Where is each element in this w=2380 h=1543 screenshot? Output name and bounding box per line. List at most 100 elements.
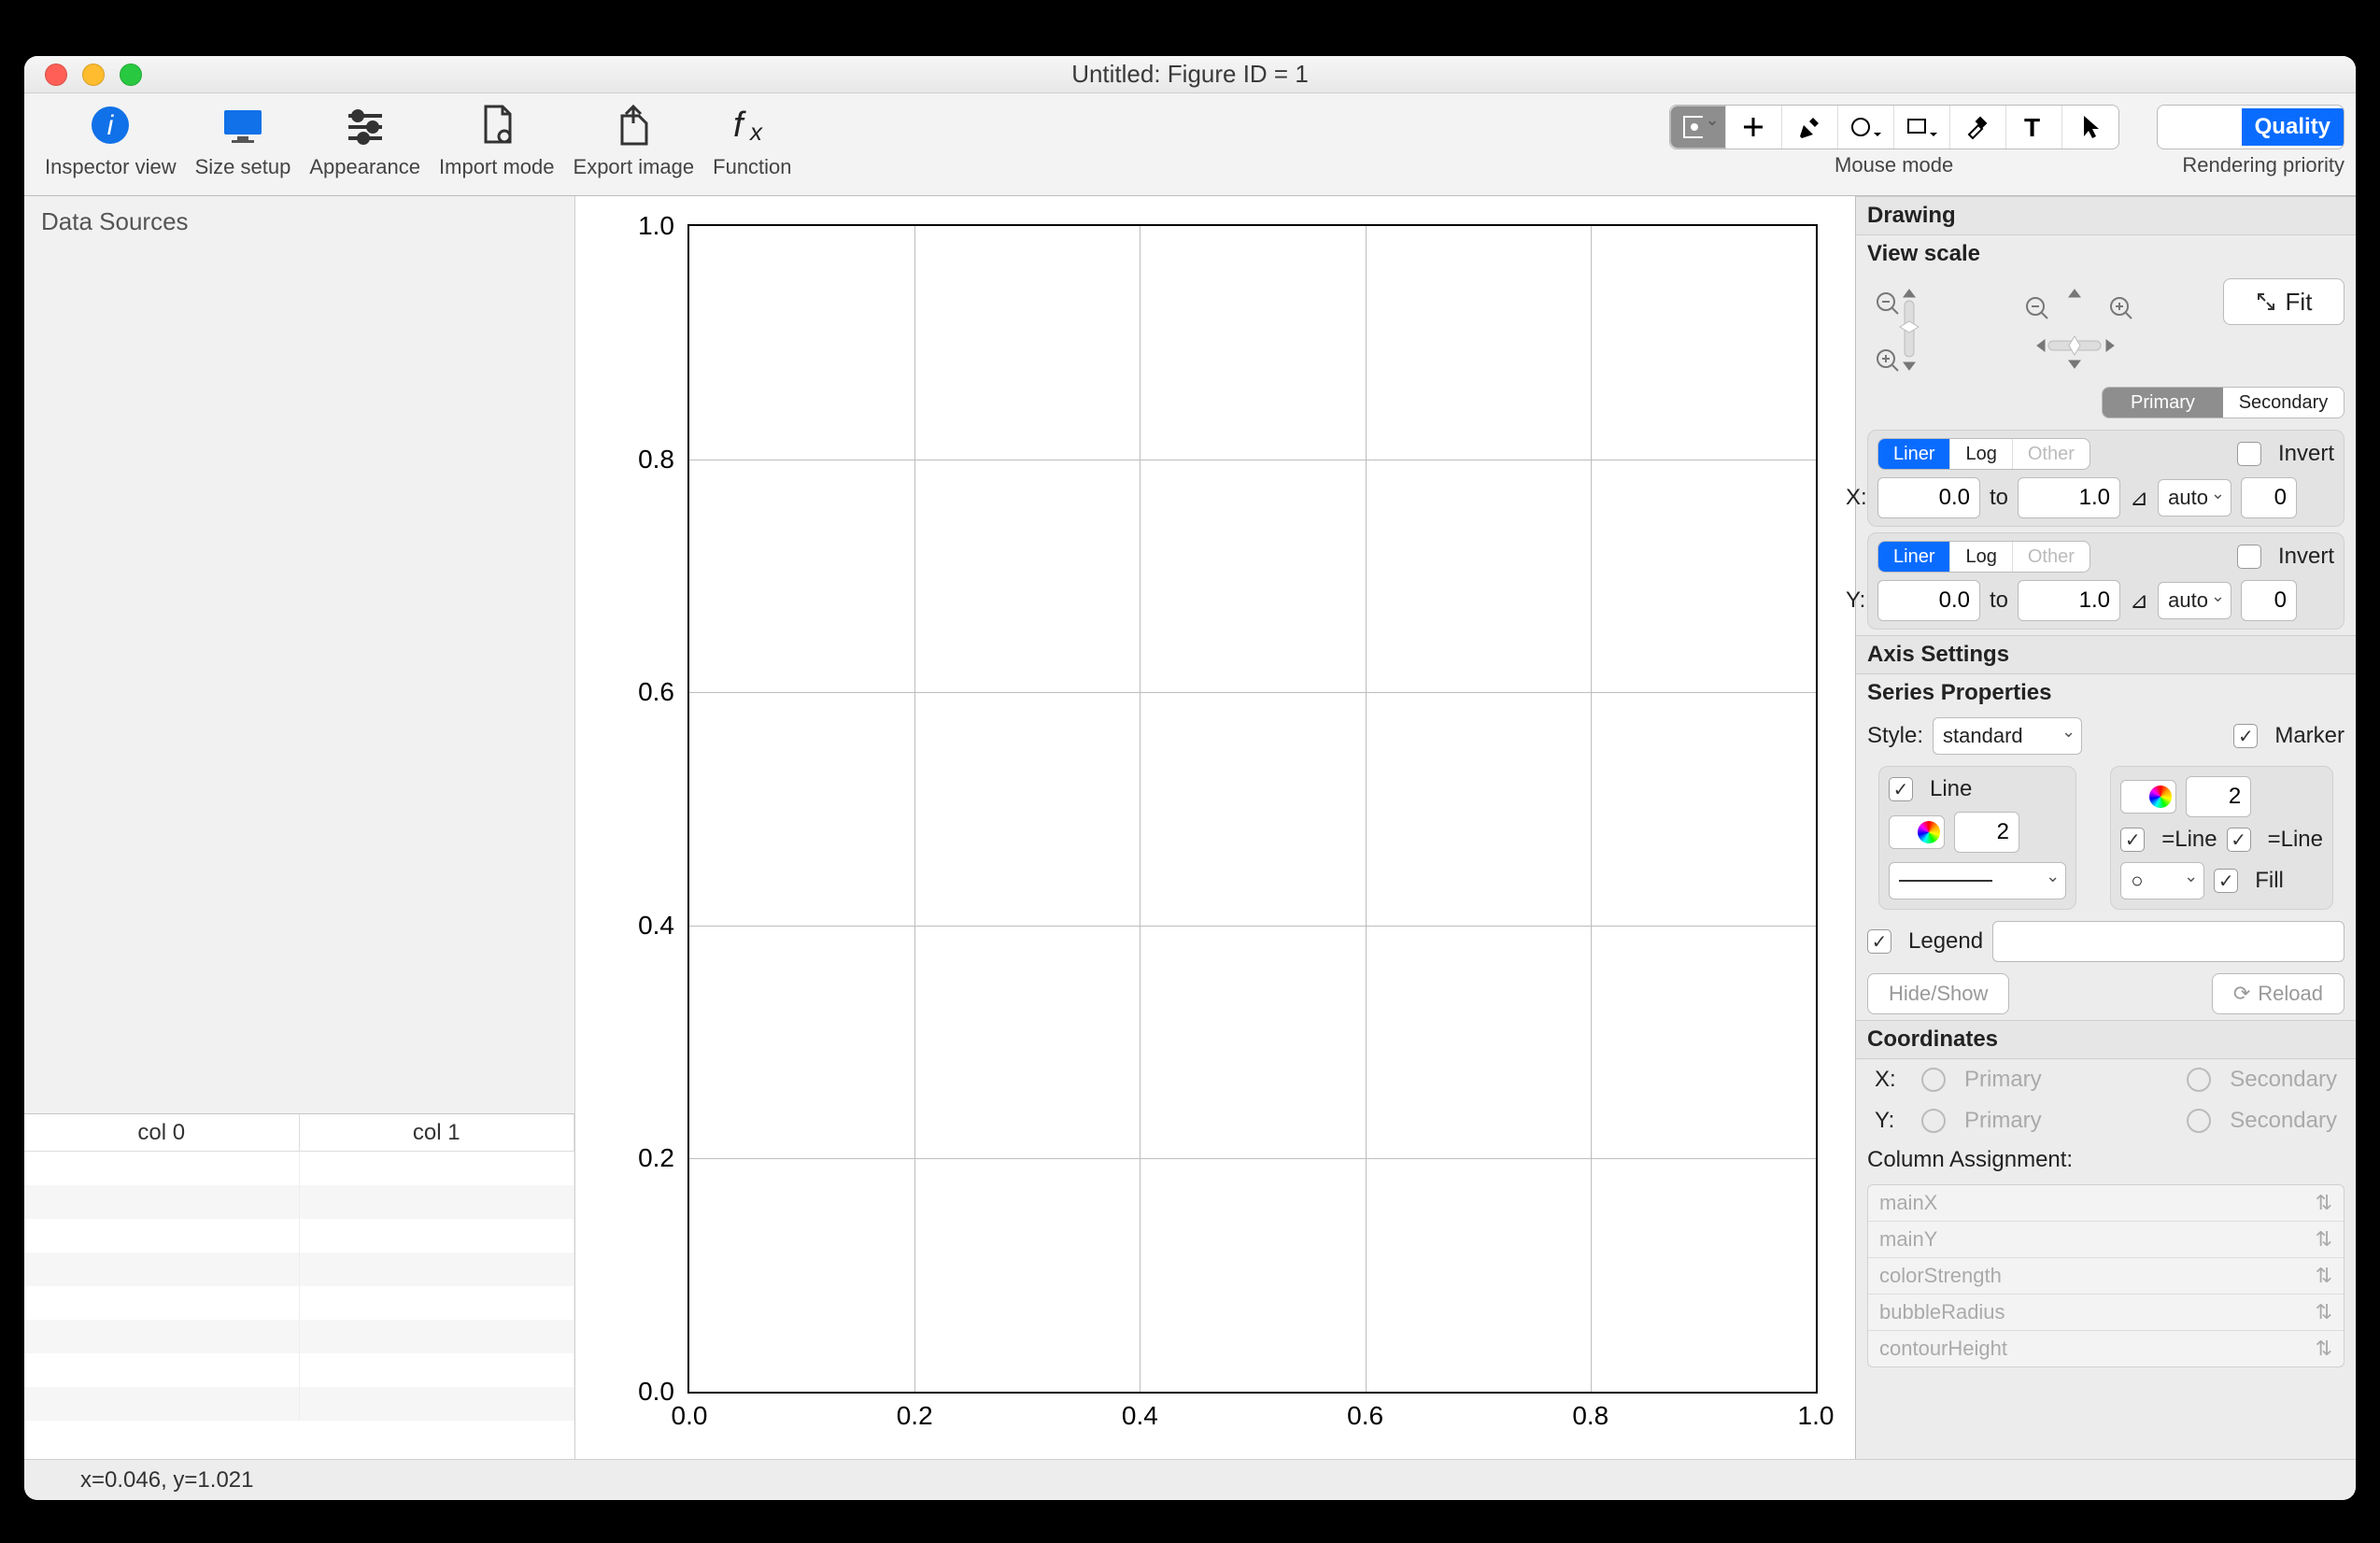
eyedropper-tool[interactable] <box>1950 106 2006 149</box>
add-tool[interactable] <box>1726 106 1782 149</box>
hide-show-button[interactable]: Hide/Show <box>1867 973 2009 1014</box>
y-to-input[interactable] <box>2018 580 2120 621</box>
xtick: 0.0 <box>672 1401 708 1431</box>
marker-color[interactable] <box>2120 780 2176 814</box>
primary-tab[interactable]: Primary <box>2103 388 2223 418</box>
plot-canvas[interactable]: 1.0 0.8 0.6 0.4 0.2 0.0 0.0 0.2 0.4 0.6 … <box>575 196 1855 1459</box>
inspector-button[interactable]: i Inspector view <box>35 99 186 179</box>
text-tool[interactable]: T <box>2006 106 2062 149</box>
table-row[interactable] <box>24 1353 574 1387</box>
legend-input[interactable] <box>1992 921 2345 962</box>
rendering-quality[interactable]: Quality <box>2242 108 2344 146</box>
pan-tool[interactable] <box>1670 106 1726 149</box>
eqline2[interactable]: =Line <box>2227 827 2323 853</box>
col-header-0[interactable]: col 0 <box>24 1114 300 1151</box>
triangle-icon[interactable]: ⊿ <box>2130 587 2148 615</box>
pencil-tool[interactable] <box>1782 106 1838 149</box>
close-icon[interactable] <box>45 64 67 86</box>
y-auto-select[interactable]: auto <box>2158 582 2231 619</box>
size-setup-button[interactable]: Size setup <box>186 99 301 179</box>
ca-item[interactable]: mainY⇅ <box>1868 1222 2344 1258</box>
y-axis-label: Y: <box>1855 587 1865 614</box>
x-secondary-radio[interactable]: Secondary <box>2187 1067 2337 1093</box>
column-assignment-list: mainX⇅ mainY⇅ colorStrength⇅ bubbleRadiu… <box>1867 1184 2345 1367</box>
data-sources-list[interactable] <box>24 248 574 1113</box>
style-select[interactable]: standard <box>1933 717 2082 755</box>
ca-item[interactable]: bubbleRadius⇅ <box>1868 1295 2344 1331</box>
ytick: 1.0 <box>638 211 674 241</box>
line-color[interactable] <box>1889 815 1945 849</box>
table-row[interactable] <box>24 1185 574 1219</box>
zoom-icon[interactable] <box>120 64 142 86</box>
triangle-icon[interactable]: ⊿ <box>2130 485 2148 512</box>
line-width[interactable] <box>1954 812 2019 853</box>
col-header-1[interactable]: col 1 <box>300 1114 575 1151</box>
x-invert[interactable]: Invert <box>2237 441 2334 467</box>
marker-size[interactable] <box>2186 776 2251 817</box>
style-label: Style: <box>1867 723 1923 749</box>
table-row[interactable] <box>24 1253 574 1286</box>
ca-item[interactable]: contourHeight⇅ <box>1868 1331 2344 1366</box>
axis-settings-header[interactable]: Axis Settings <box>1856 635 2356 674</box>
eqline1[interactable]: =Line <box>2120 827 2217 853</box>
x-scale-type[interactable]: Liner Log Other <box>1877 438 2090 470</box>
reload-button[interactable]: ⟳Reload <box>2212 973 2345 1014</box>
coordinates-header[interactable]: Coordinates <box>1856 1020 2356 1059</box>
appearance-button[interactable]: Appearance <box>300 99 430 179</box>
data-table: col 0 col 1 <box>24 1113 574 1459</box>
table-row[interactable] <box>24 1286 574 1320</box>
line-box: Line <box>1878 766 2076 910</box>
ytick: 0.0 <box>638 1377 674 1407</box>
svg-text:x: x <box>748 118 763 146</box>
drawing-header[interactable]: Drawing <box>1856 196 2356 235</box>
import-button[interactable]: Import mode <box>430 99 564 179</box>
x-from-input[interactable] <box>1877 477 1980 518</box>
circle-tool[interactable] <box>1838 106 1894 149</box>
marker-shape-select[interactable]: ○ <box>2120 862 2204 899</box>
y-decimals[interactable] <box>2241 580 2297 621</box>
col-assign-label: Column Assignment: <box>1856 1141 2356 1179</box>
rect-tool[interactable] <box>1894 106 1950 149</box>
export-button[interactable]: Export image <box>564 99 704 179</box>
y-primary-radio[interactable]: Primary <box>1921 1108 2042 1134</box>
table-row[interactable] <box>24 1219 574 1253</box>
y-from-input[interactable] <box>1877 580 1980 621</box>
y-secondary-radio[interactable]: Secondary <box>2187 1108 2337 1134</box>
ca-item[interactable]: colorStrength⇅ <box>1868 1258 2344 1295</box>
app-window: Untitled: Figure ID = 1 i Inspector view… <box>24 56 2356 1500</box>
table-row[interactable] <box>24 1387 574 1421</box>
y-scale-type[interactable]: Liner Log Other <box>1877 541 2090 573</box>
rendering-speed[interactable] <box>2158 106 2242 149</box>
table-row[interactable] <box>24 1152 574 1185</box>
pointer-tool[interactable] <box>2062 106 2118 149</box>
legend-checkbox[interactable]: Legend <box>1867 928 1983 955</box>
status-bar: x=0.046, y=1.021 <box>24 1459 2356 1500</box>
x-decimals[interactable] <box>2241 477 2297 518</box>
line-checkbox[interactable]: Line <box>1889 776 2066 802</box>
marker-checkbox[interactable]: Marker <box>2233 723 2345 749</box>
data-sources-header: Data Sources <box>24 196 574 248</box>
y-invert[interactable]: Invert <box>2237 544 2334 570</box>
fit-button[interactable]: Fit <box>2223 278 2345 325</box>
rendering-toggle[interactable]: Quality <box>2157 105 2345 149</box>
line-style-select[interactable] <box>1889 862 2066 899</box>
ytick: 0.6 <box>638 677 674 707</box>
x-primary-radio[interactable]: Primary <box>1921 1067 2042 1093</box>
fill-checkbox[interactable]: Fill <box>2214 868 2284 894</box>
view-scale-nav[interactable] <box>1867 278 2214 381</box>
minimize-icon[interactable] <box>82 64 105 86</box>
ca-item[interactable]: mainX⇅ <box>1868 1185 2344 1222</box>
marker-box: =Line =Line ○ Fill <box>2110 766 2333 910</box>
export-icon <box>607 99 659 151</box>
ytick: 0.2 <box>638 1143 674 1173</box>
axis-primary-secondary[interactable]: Primary Secondary <box>2102 387 2345 418</box>
info-icon: i <box>84 99 136 151</box>
traffic-lights <box>24 64 142 86</box>
secondary-tab[interactable]: Secondary <box>2223 388 2344 418</box>
plot-area[interactable]: 1.0 0.8 0.6 0.4 0.2 0.0 0.0 0.2 0.4 0.6 … <box>687 224 1818 1394</box>
x-to-input[interactable] <box>2018 477 2120 518</box>
chevron-updown-icon: ⇅ <box>2316 1337 2332 1361</box>
table-row[interactable] <box>24 1320 574 1353</box>
x-auto-select[interactable]: auto <box>2158 479 2231 517</box>
function-button[interactable]: fx Function <box>703 99 800 179</box>
